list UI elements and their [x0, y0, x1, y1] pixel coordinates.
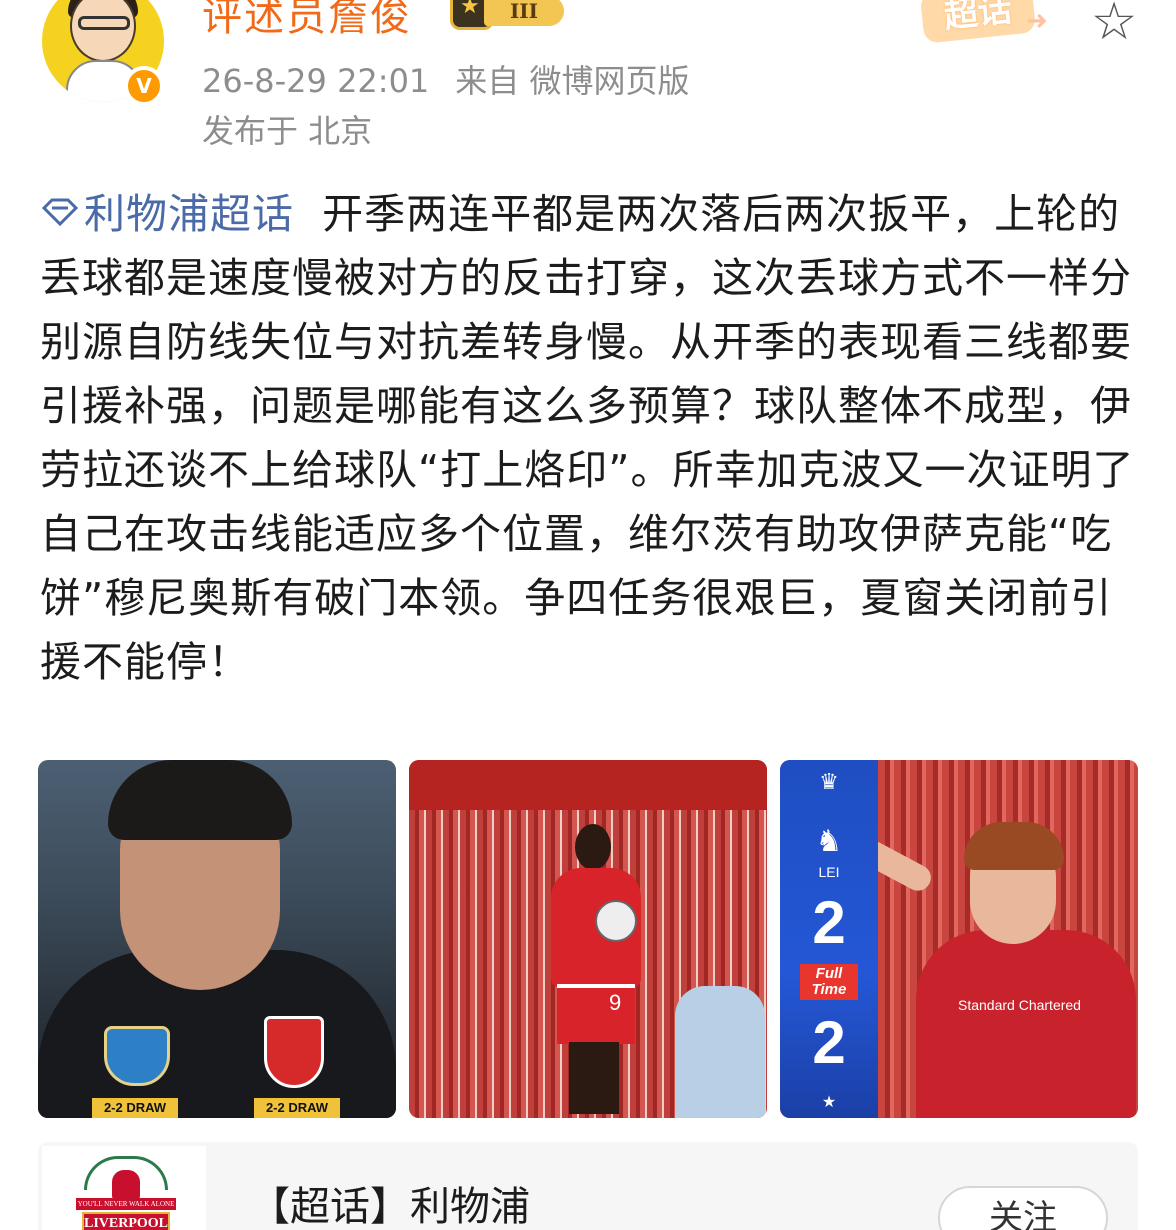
shirt-number: 9 — [609, 990, 622, 1015]
image-full-time-score[interactable]: Standard Chartered ♛ ♞ LEI 2 Full Time 2… — [780, 760, 1138, 1118]
post-body: 利物浦超话 开季两连平都是两次落后两次扳平，上轮的丢球都是速度慢被对方的反击打穿… — [40, 182, 1136, 694]
favorite-star-icon[interactable]: ☆ — [1084, 0, 1144, 52]
full-time-label: Full Time — [800, 964, 858, 1000]
draw-result-left: 2-2 DRAW — [92, 1098, 178, 1118]
player-shorts: 9 — [557, 984, 635, 1044]
supertopic-logo: YOU'LL NEVER WALK ALONE LIVERPOOL — [42, 1146, 206, 1230]
supertopic-title[interactable]: 【超话】利物浦 — [250, 1174, 530, 1230]
member-level-badge[interactable]: ★ III — [450, 0, 566, 34]
image-grid: 2-2 DRAW 2-2 DRAW 9 Standard Chartered ♛… — [38, 760, 1138, 1118]
verified-badge-icon: V — [124, 66, 164, 106]
post-meta: 26-8-29 22:01 来自 微博网页版 — [202, 56, 689, 102]
avatar-face — [70, 0, 136, 62]
star-icon: ★ — [460, 0, 480, 19]
defender-figure — [675, 986, 765, 1118]
sticker-label: 超话 — [919, 0, 1037, 44]
coach-hair — [108, 760, 292, 840]
shirt-sponsor: Standard Chartered — [958, 997, 1081, 1013]
supertopic-link[interactable]: 利物浦超话 — [40, 190, 294, 238]
score-away: 2 — [812, 1009, 846, 1076]
post-time: 26-8-29 22:01 — [202, 62, 430, 100]
player-legs — [569, 1042, 619, 1114]
forest-crest-icon — [264, 1016, 324, 1088]
player-hair — [964, 822, 1064, 870]
follow-button[interactable]: 关注 — [938, 1186, 1108, 1230]
level-label: III — [484, 0, 564, 26]
supertopic-diamond-icon — [41, 198, 79, 227]
post-location: 发布于 北京 — [202, 112, 373, 150]
supertopic-sticker[interactable]: 超话 ➜ — [908, 0, 1058, 52]
football-icon — [595, 900, 637, 942]
player-head — [575, 824, 611, 870]
supertopic-link-label: 利物浦超话 — [84, 190, 294, 238]
stadium-banner — [409, 760, 767, 810]
liverpool-crest-icon: YOU'LL NEVER WALK ALONE LIVERPOOL — [76, 1156, 176, 1230]
crest-name: LIVERPOOL — [83, 1216, 168, 1230]
team-abbr: LEI — [818, 864, 840, 880]
forest-player: 9 — [547, 824, 641, 1114]
image-goal-celebration[interactable]: 9 — [409, 760, 767, 1118]
post-source[interactable]: 来自 微博网页版 — [455, 62, 689, 100]
crest-liverbird — [112, 1170, 140, 1200]
premier-league-icon: ♛ — [819, 770, 839, 795]
player-shirt — [916, 930, 1136, 1118]
newcastle-crest-icon — [104, 1026, 170, 1086]
username[interactable]: 评述员詹俊 — [202, 0, 412, 42]
score-home: 2 — [812, 889, 846, 956]
avatar-glasses — [78, 16, 130, 30]
score-strip: ♛ ♞ LEI 2 Full Time 2 ★ — [780, 760, 878, 1118]
crest-motto: YOU'LL NEVER WALK ALONE — [76, 1198, 176, 1210]
sticker-tail-icon: ➜ — [1026, 6, 1048, 36]
supertopic-card[interactable]: YOU'LL NEVER WALK ALONE LIVERPOOL 【超话】利物… — [38, 1142, 1138, 1230]
draw-result-right: 2-2 DRAW — [254, 1098, 340, 1118]
forest-star-icon: ★ — [821, 1092, 837, 1111]
image-coach[interactable]: 2-2 DRAW 2-2 DRAW — [38, 760, 396, 1118]
post-body-text: 开季两连平都是两次落后两次扳平，上轮的丢球都是速度慢被对方的反击打穿，这次丢球方… — [40, 190, 1135, 686]
